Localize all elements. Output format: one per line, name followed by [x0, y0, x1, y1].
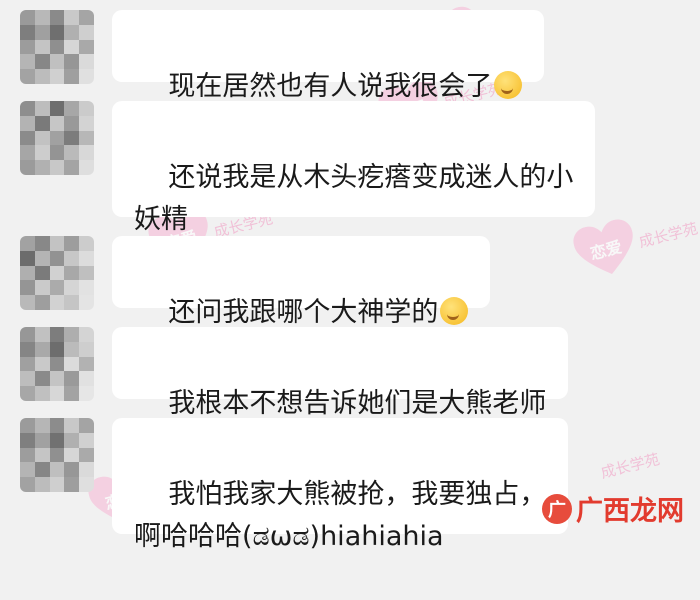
message-text: 现在居然也有人说我很会了 — [168, 71, 493, 102]
message-text: 还问我跟哪个大神学的 — [168, 297, 439, 328]
heart-icon: 恋爱 — [570, 216, 641, 283]
message-bubble[interactable]: 还问我跟哪个大神学的 — [112, 236, 491, 328]
message-text: 我根本不想告诉她们是大熊老师 — [168, 388, 547, 419]
site-name: 广西龙网 — [576, 496, 684, 527]
message-text: 我怕我家大熊被抢，我要独占， 啊哈哈哈(ಡωಡ)hiahiahia — [134, 479, 547, 552]
avatar[interactable] — [20, 418, 94, 492]
watermark-sub-text: 成长学苑 — [636, 218, 700, 251]
site-watermark: 广 广西龙网 — [542, 489, 684, 528]
watermark-sub-text: 成长学苑 — [598, 449, 662, 482]
avatar[interactable] — [20, 10, 94, 84]
message-bubble[interactable]: 现在居然也有人说我很会了 — [112, 10, 545, 102]
message-bubble[interactable]: 我怕我家大熊被抢，我要独占， 啊哈哈哈(ಡωಡ)hiahiahia — [112, 418, 569, 552]
avatar[interactable] — [20, 236, 94, 310]
message-bubble[interactable]: 还说我是从木头疙瘩变成迷人的小 妖精 — [112, 101, 596, 235]
watermark: 成长学苑 — [598, 448, 662, 483]
thinking-face-icon — [440, 297, 469, 325]
site-logo-icon: 广 — [542, 493, 572, 524]
avatar[interactable] — [20, 101, 94, 175]
avatar[interactable] — [20, 327, 94, 401]
thinking-face-icon — [494, 71, 523, 99]
message-bubble[interactable]: 我根本不想告诉她们是大熊老师 — [112, 327, 569, 419]
